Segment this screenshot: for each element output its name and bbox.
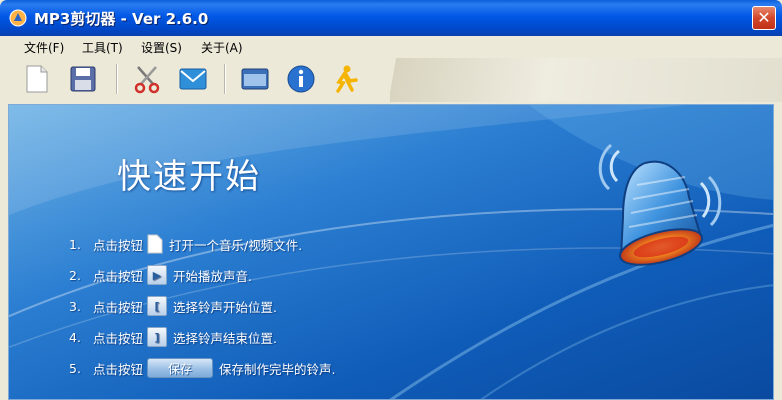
toolbar-separator — [116, 64, 118, 94]
step-number: 4. — [69, 329, 81, 345]
menu-file[interactable]: 文件(F) — [24, 39, 64, 56]
menu-about[interactable]: 关于(A) — [201, 39, 243, 56]
step-4: 4. 点击按钮 ] 选择铃声结束位置. — [69, 326, 277, 348]
app-window: MP3剪切器 - Ver 2.6.0 ✕ 文件(F) 工具(T) 设置(S) 关… — [0, 0, 782, 400]
app-icon — [9, 9, 27, 27]
close-button[interactable]: ✕ — [752, 6, 776, 30]
menu-settings[interactable]: 设置(S) — [141, 39, 182, 56]
step-number: 3. — [69, 298, 81, 314]
document-icon — [147, 234, 163, 254]
new-file-icon — [26, 65, 48, 93]
step-prefix: 点击按钮 — [93, 237, 144, 253]
step-text: 开始播放声音. — [173, 268, 252, 284]
window-icon — [241, 68, 269, 90]
step-prefix: 点击按钮 — [93, 330, 144, 346]
email-button[interactable] — [176, 62, 210, 96]
start-mark-icon: [ — [147, 296, 168, 316]
quick-start-panel: 快速开始 1. 点击按钮 打开一个音乐/视频文件. 2. 点击按钮 ▶ 开始播放… — [8, 104, 774, 400]
scissors-icon — [134, 66, 160, 94]
menu-bar: 文件(F) 工具(T) 设置(S) 关于(A) — [0, 36, 782, 58]
quick-start-heading: 快速开始 — [117, 157, 261, 197]
new-file-button[interactable] — [20, 62, 54, 96]
aim-runner-icon — [336, 65, 358, 93]
step-number: 1. — [69, 236, 81, 252]
mail-icon — [179, 68, 207, 90]
cut-button[interactable] — [130, 62, 164, 96]
save-button[interactable] — [66, 62, 100, 96]
window-title: MP3剪切器 - Ver 2.6.0 — [34, 10, 209, 28]
step-5: 5. 点击按钮 保存 保存制作完毕的铃声. — [69, 357, 336, 379]
step-2: 2. 点击按钮 ▶ 开始播放声音. — [69, 264, 252, 286]
toolbar-decoration — [390, 58, 782, 102]
info-button[interactable] — [284, 62, 318, 96]
aim-button[interactable] — [328, 62, 362, 96]
step-number: 2. — [69, 267, 81, 283]
step-3: 3. 点击按钮 [ 选择铃声开始位置. — [69, 295, 277, 317]
step-1: 1. 点击按钮 打开一个音乐/视频文件. — [69, 233, 302, 255]
info-icon — [287, 65, 315, 93]
step-prefix: 点击按钮 — [93, 361, 144, 377]
title-bar[interactable]: MP3剪切器 - Ver 2.6.0 ✕ — [0, 0, 782, 36]
end-mark-icon: ] — [147, 327, 168, 347]
menu-tools[interactable]: 工具(T) — [82, 39, 123, 56]
step-prefix: 点击按钮 — [93, 299, 144, 315]
bell-logo-icon — [598, 143, 722, 266]
window-button[interactable] — [238, 62, 272, 96]
step-number: 5. — [69, 360, 81, 376]
toolbar-separator — [224, 64, 226, 94]
step-text: 打开一个音乐/视频文件. — [169, 237, 303, 253]
step-text: 选择铃声结束位置. — [173, 330, 277, 346]
play-icon: ▶ — [147, 265, 168, 285]
save-sample-button: 保存 — [147, 358, 214, 378]
step-prefix: 点击按钮 — [93, 268, 144, 284]
step-text: 保存制作完毕的铃声. — [219, 361, 336, 377]
step-text: 选择铃声开始位置. — [173, 299, 277, 315]
save-disk-icon — [70, 66, 96, 92]
